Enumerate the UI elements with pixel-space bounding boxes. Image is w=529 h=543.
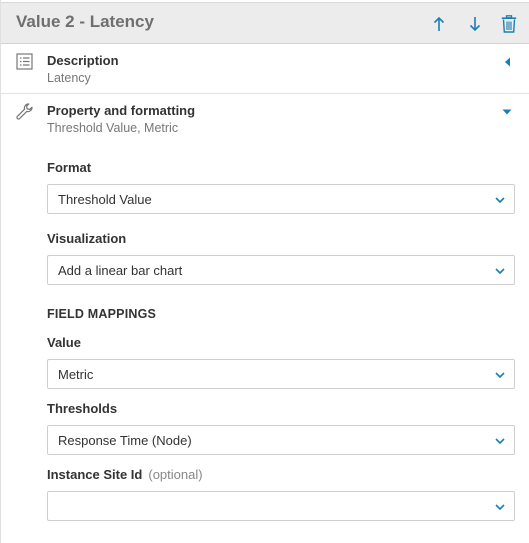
optional-note: (optional) (148, 467, 203, 482)
wrench-icon[interactable] (16, 103, 34, 121)
chevron-down-icon (495, 268, 505, 275)
format-select-value: Threshold Value (58, 192, 152, 207)
value-select[interactable]: Metric (47, 359, 515, 389)
visualization-select[interactable]: Add a linear bar chart (47, 255, 515, 285)
chevron-down-icon (495, 504, 505, 511)
format-label: Format (47, 160, 92, 175)
thresholds-select[interactable]: Response Time (Node) (47, 425, 515, 455)
caret-left-icon[interactable] (502, 56, 514, 68)
list-icon (16, 53, 33, 70)
delete-button[interactable] (500, 14, 518, 34)
value-editor-panel: Value 2 - Latency Description Latency Pr… (0, 0, 529, 543)
property-formatting-title[interactable]: Property and formatting (47, 103, 195, 118)
trash-icon (501, 15, 517, 33)
instance-site-id-label-text: Instance Site Id (47, 467, 143, 482)
visualization-select-value: Add a linear bar chart (58, 263, 183, 278)
instance-site-id-select[interactable] (47, 491, 515, 521)
property-formatting-section: Property and formatting Threshold Value,… (1, 95, 529, 543)
arrow-up-icon (433, 16, 445, 31)
chevron-down-icon (495, 438, 505, 445)
description-subtitle: Latency (47, 71, 91, 85)
arrow-down-icon (469, 17, 481, 32)
chevron-down-icon (495, 197, 505, 204)
description-section[interactable]: Description Latency (1, 44, 529, 94)
caret-down-icon[interactable] (501, 106, 513, 118)
value-select-value: Metric (58, 367, 94, 382)
visualization-label: Visualization (47, 231, 127, 246)
property-formatting-subtitle: Threshold Value, Metric (47, 121, 179, 135)
description-title: Description (47, 53, 119, 68)
instance-site-id-label: Instance Site Id (optional) (47, 467, 203, 482)
move-up-button[interactable] (430, 14, 448, 34)
panel-title: Value 2 - Latency (16, 12, 154, 31)
value-label: Value (47, 335, 81, 350)
chevron-down-icon (495, 372, 505, 379)
format-select[interactable]: Threshold Value (47, 184, 515, 214)
panel-header: Value 2 - Latency (1, 2, 529, 44)
field-mappings-heading: FIELD MAPPINGS (47, 307, 157, 321)
move-down-button[interactable] (466, 14, 484, 34)
thresholds-label: Thresholds (47, 401, 118, 416)
thresholds-select-value: Response Time (Node) (58, 433, 192, 448)
